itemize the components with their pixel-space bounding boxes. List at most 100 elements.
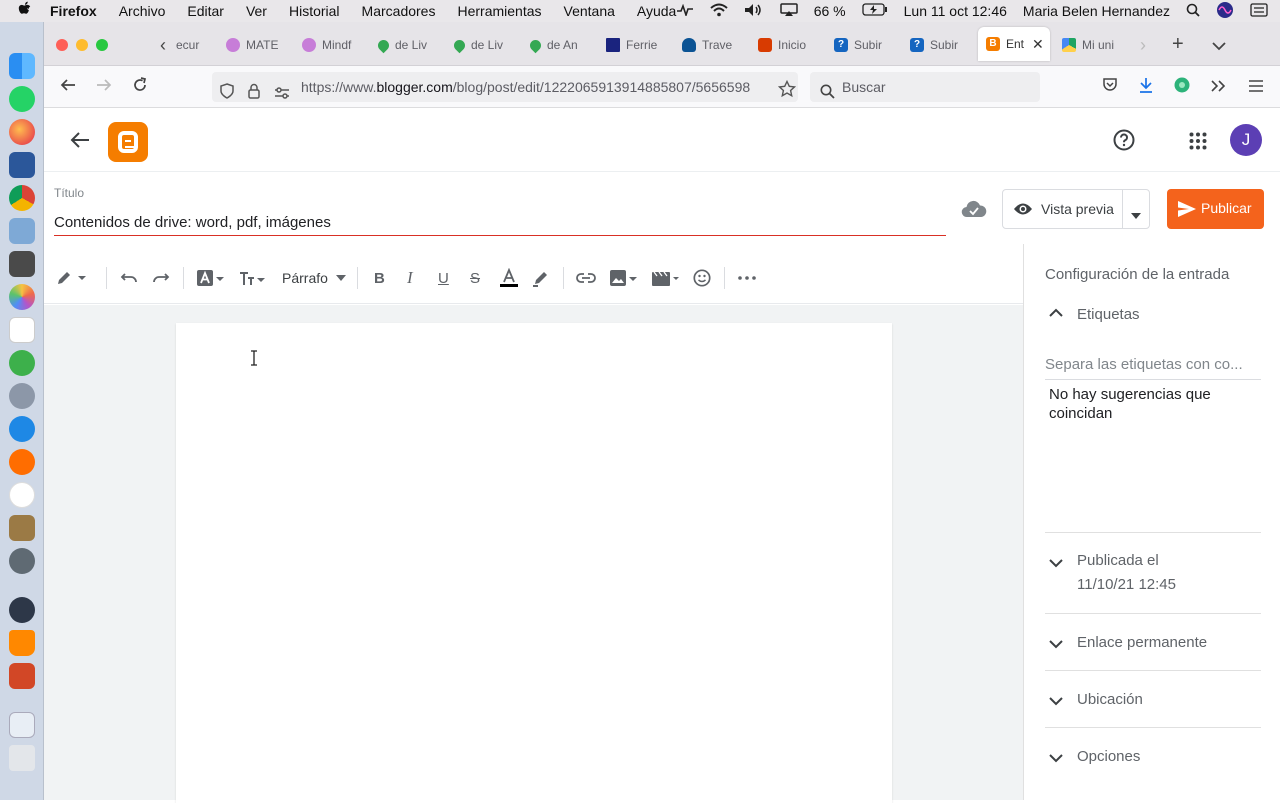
- hamburger-menu-icon[interactable]: [1248, 77, 1264, 97]
- more-tools-icon[interactable]: [1210, 77, 1226, 97]
- font-family-icon[interactable]: [196, 266, 226, 290]
- permalink-section-header[interactable]: Enlace permanente: [1045, 634, 1261, 654]
- post-body-editor[interactable]: [176, 323, 892, 803]
- post-title-input[interactable]: Contenidos de drive: word, pdf, imágenes: [54, 214, 946, 236]
- menu-archivo[interactable]: Archivo: [119, 3, 166, 19]
- powerpoint-icon[interactable]: [9, 663, 35, 689]
- labels-section-header[interactable]: Etiquetas: [1045, 306, 1261, 326]
- vlc-icon[interactable]: [9, 630, 35, 656]
- trash-icon[interactable]: [9, 745, 35, 771]
- battery-percent[interactable]: 66 %: [814, 3, 846, 19]
- spotlight-search-icon[interactable]: [1186, 3, 1200, 20]
- clock-text[interactable]: Lun 11 oct 12:46: [904, 3, 1007, 19]
- location-section-header[interactable]: Ubicación: [1045, 691, 1261, 711]
- text-color-icon[interactable]: [500, 266, 518, 290]
- launchpad-icon[interactable]: [9, 383, 35, 409]
- blogger-logo[interactable]: [108, 122, 148, 162]
- tab[interactable]: Ferrie: [606, 33, 678, 57]
- labels-input[interactable]: Separa las etiquetas con co...: [1045, 356, 1261, 380]
- downloads-icon[interactable]: [1138, 77, 1154, 97]
- undo-icon[interactable]: [120, 266, 138, 290]
- battery-icon[interactable]: [861, 3, 888, 19]
- link-icon[interactable]: [576, 266, 596, 290]
- menu-ayuda[interactable]: Ayuda: [637, 3, 676, 19]
- preview-dropdown-icon[interactable]: [1131, 206, 1141, 222]
- help-icon[interactable]: [1113, 129, 1135, 156]
- menu-historial[interactable]: Historial: [289, 3, 340, 19]
- tab[interactable]: de Liv: [454, 33, 526, 57]
- sims-icon[interactable]: [9, 350, 35, 376]
- firefox-alt-icon[interactable]: [9, 449, 35, 475]
- preview-button[interactable]: Vista previa: [1002, 189, 1150, 229]
- tab[interactable]: ? Subir: [910, 33, 976, 57]
- preview-app-icon[interactable]: [9, 218, 35, 244]
- apple-menu-icon[interactable]: [18, 1, 32, 21]
- bold-icon[interactable]: B: [374, 266, 385, 290]
- calendar-icon[interactable]: [9, 317, 35, 343]
- volume-icon[interactable]: [744, 3, 764, 20]
- menu-app-name[interactable]: Firefox: [50, 3, 97, 19]
- highlight-color-icon[interactable]: [532, 266, 550, 290]
- tab[interactable]: Inicio: [758, 33, 830, 57]
- extension-icon[interactable]: [1174, 77, 1190, 97]
- tab[interactable]: MATE: [226, 33, 298, 57]
- redo-icon[interactable]: [152, 266, 170, 290]
- downloads-stack-icon[interactable]: [9, 712, 35, 738]
- activity-icon[interactable]: [676, 3, 694, 19]
- menu-ver[interactable]: Ver: [246, 3, 267, 19]
- tab-scroll-left-icon[interactable]: ‹: [160, 35, 166, 55]
- publish-button[interactable]: Publicar: [1167, 189, 1264, 229]
- tab[interactable]: de Liv: [378, 33, 450, 57]
- control-center-icon[interactable]: [1250, 2, 1268, 20]
- tab[interactable]: ecur: [176, 33, 228, 57]
- zoom-window-button[interactable]: [96, 39, 108, 51]
- underline-icon[interactable]: U: [438, 266, 449, 290]
- permissions-icon[interactable]: [274, 80, 290, 102]
- back-arrow-icon[interactable]: [70, 131, 90, 154]
- paragraph-style-select[interactable]: Párrafo: [282, 266, 346, 290]
- italic-icon[interactable]: I: [407, 266, 413, 290]
- reload-icon[interactable]: [132, 77, 148, 97]
- firefox-icon[interactable]: [9, 119, 35, 145]
- finder-icon[interactable]: [9, 53, 35, 79]
- menu-editar[interactable]: Editar: [187, 3, 224, 19]
- forward-icon[interactable]: [96, 77, 112, 97]
- siri-icon[interactable]: [1216, 1, 1234, 22]
- tab[interactable]: de An: [530, 33, 602, 57]
- back-icon[interactable]: [60, 77, 76, 97]
- tracking-protection-shield-icon[interactable]: [220, 79, 234, 102]
- new-tab-icon[interactable]: +: [1172, 34, 1184, 54]
- menu-herramientas[interactable]: Herramientas: [457, 3, 541, 19]
- published-section-header[interactable]: Publicada el 11/10/21 12:45: [1045, 552, 1261, 600]
- minimize-window-button[interactable]: [76, 39, 88, 51]
- bookmark-star-icon[interactable]: [774, 78, 797, 102]
- edit-mode-pencil-icon[interactable]: [56, 266, 86, 290]
- tab[interactable]: ? Subir: [834, 33, 906, 57]
- search-bar[interactable]: Buscar: [810, 72, 1040, 102]
- lock-icon[interactable]: [248, 79, 260, 102]
- insert-image-icon[interactable]: [609, 266, 639, 290]
- font-size-icon[interactable]: [239, 266, 267, 290]
- notes-icon[interactable]: [9, 515, 35, 541]
- close-tab-icon[interactable]: ✕: [1032, 36, 1044, 53]
- tab[interactable]: Trave: [682, 33, 754, 57]
- photos-icon[interactable]: [9, 284, 35, 310]
- menu-marcadores[interactable]: Marcadores: [362, 3, 436, 19]
- avatar[interactable]: J: [1230, 124, 1262, 156]
- tab-active-blogger[interactable]: B Ent ✕: [978, 27, 1050, 61]
- wifi-icon[interactable]: [710, 3, 728, 20]
- calculator-icon[interactable]: [9, 251, 35, 277]
- pocket-icon[interactable]: [1102, 77, 1118, 97]
- more-options-icon[interactable]: [738, 266, 756, 290]
- safari-icon[interactable]: [9, 416, 35, 442]
- whatsapp-icon[interactable]: [9, 86, 35, 112]
- music-icon[interactable]: [9, 482, 35, 508]
- tab[interactable]: Mi uni: [1062, 33, 1134, 57]
- quicktime-icon[interactable]: [9, 597, 35, 623]
- close-window-button[interactable]: [56, 39, 68, 51]
- insert-video-icon[interactable]: [651, 266, 681, 290]
- menu-ventana[interactable]: Ventana: [564, 3, 615, 19]
- address-bar[interactable]: https://www.blogger.com/blog/post/edit/1…: [212, 72, 798, 102]
- word-icon[interactable]: [9, 152, 35, 178]
- strikethrough-icon[interactable]: S: [470, 266, 480, 290]
